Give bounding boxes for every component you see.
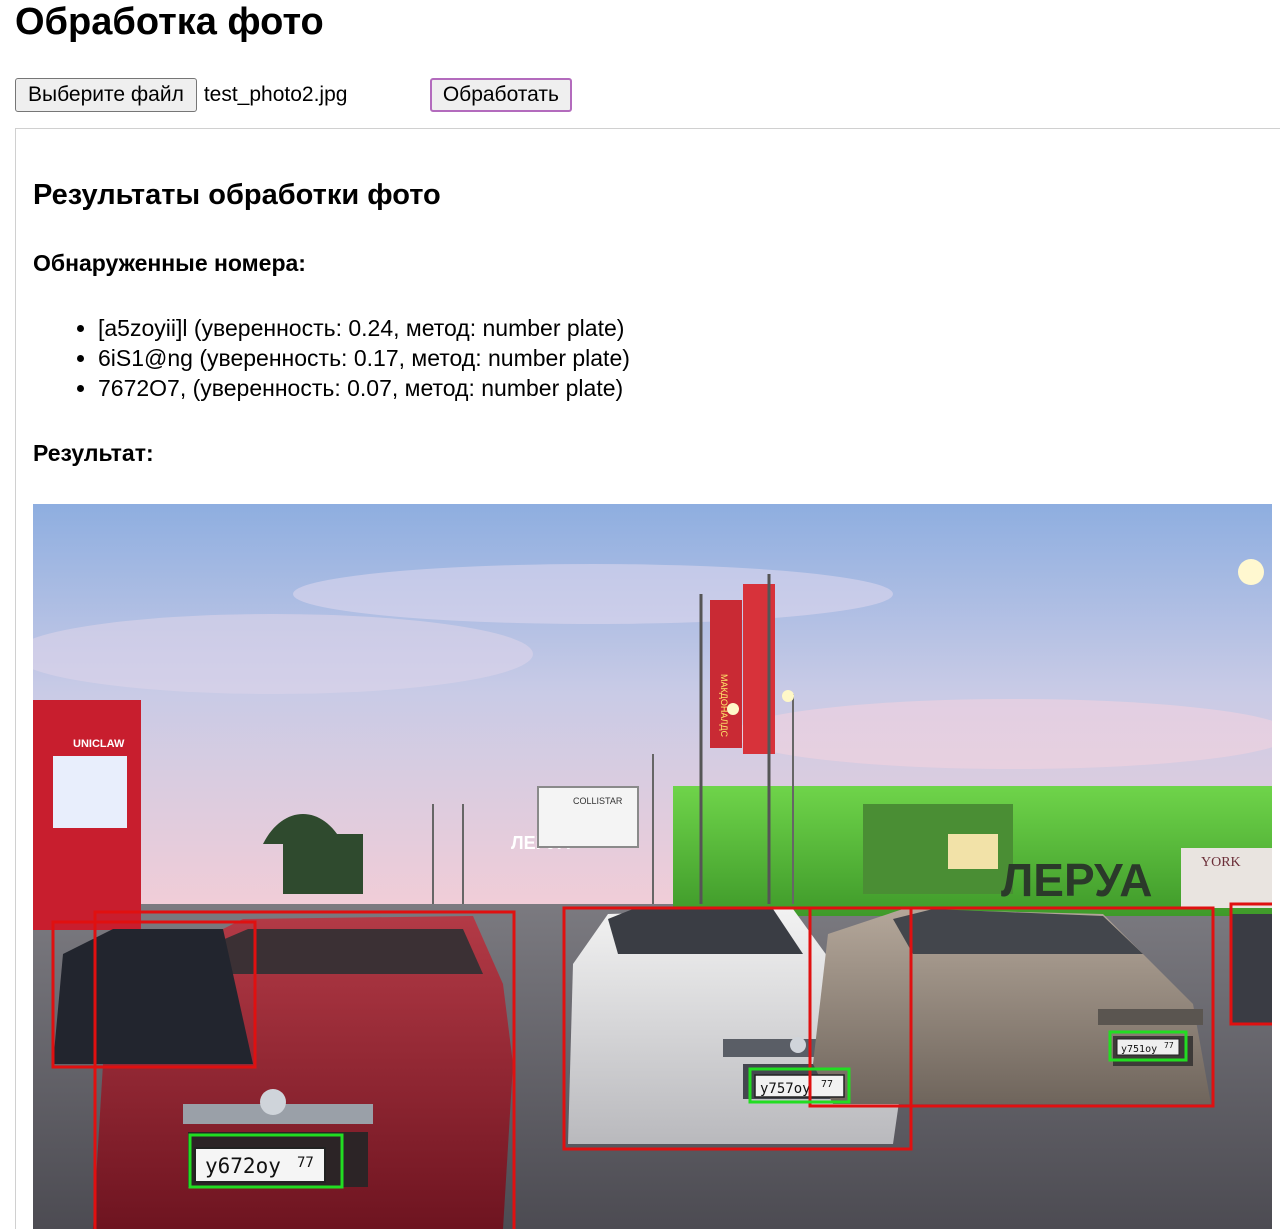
result-photo-canvas: UNICLAW ЛЕРУА ЛЕРУА YORK COLLISTAR МАКДО… <box>33 504 1272 1229</box>
result-photo: UNICLAW ЛЕРУА ЛЕРУА YORK COLLISTAR МАКДО… <box>33 504 1272 1229</box>
page-title: Обработка фото <box>15 1 324 43</box>
plate-list-item: [a5zoyii]l (уверенность: 0.24, метод: nu… <box>98 313 630 343</box>
results-title: Результаты обработки фото <box>33 179 441 211</box>
plate-list-item: 7672O7, (уверенность: 0.07, метод: numbe… <box>98 373 630 403</box>
license-plate-region: 77 <box>821 1079 833 1090</box>
banner-text: МАКДОНАЛДС <box>719 674 729 738</box>
license-plate-region: 77 <box>1164 1041 1174 1050</box>
license-plate-number: у751оу <box>1121 1044 1157 1055</box>
result-heading: Результат: <box>33 440 154 466</box>
store-sign: ЛЕРУА <box>1001 854 1152 906</box>
plate-list-item: 6iS1@ng (уверенность: 0.17, метод: numbe… <box>98 343 630 373</box>
license-plate-region: 77 <box>297 1155 314 1171</box>
detected-plates-heading: Обнаруженные номера: <box>33 250 306 276</box>
billboard-text: COLLISTAR <box>573 796 623 806</box>
choose-file-button[interactable]: Выберите файл <box>15 78 197 112</box>
page: Обработка фото Выберите файл test_photo2… <box>0 0 1280 1229</box>
license-plate-number: у757оу <box>760 1081 811 1097</box>
dark-car <box>53 929 253 1064</box>
bank-sign: UNICLAW <box>73 738 125 750</box>
upload-form: Выберите файл test_photo2.jpg Обработать <box>15 78 572 112</box>
license-plate-number: у672оу <box>205 1154 281 1178</box>
selected-file-name: test_photo2.jpg <box>203 83 348 106</box>
process-button[interactable]: Обработать <box>429 78 572 112</box>
truck-sign: YORK <box>1201 855 1241 870</box>
detected-plates-list: [a5zoyii]l (уверенность: 0.24, метод: nu… <box>33 313 630 403</box>
